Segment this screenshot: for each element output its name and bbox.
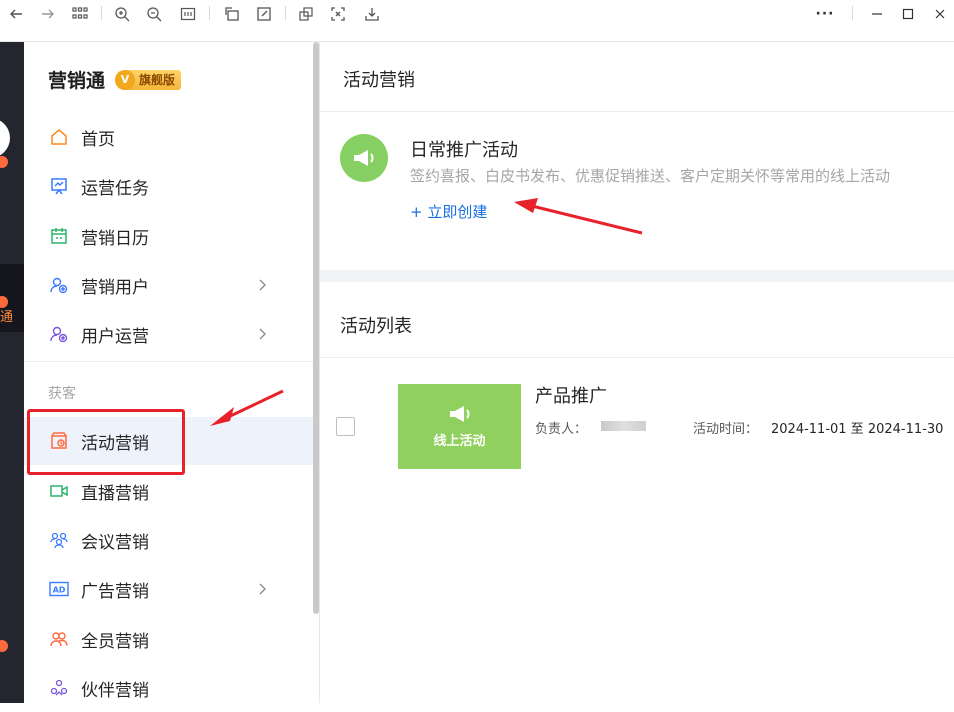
sidebar: 营销通 V 旗舰版 首页 运营任务 营销日历 营销用户 用户运营 获客 活动营销…	[24, 42, 320, 703]
avatar[interactable]	[0, 118, 10, 158]
back-arrow-icon[interactable]	[6, 4, 26, 24]
panel-header: 活动营销	[320, 42, 954, 112]
activity-time-label: 活动时间：	[693, 422, 759, 437]
annotation-highlight-box	[27, 409, 185, 475]
row-checkbox[interactable]	[336, 417, 355, 436]
sidebar-item-label: 营销用户	[81, 277, 149, 298]
toolbar-separator	[209, 6, 210, 20]
minimize-icon[interactable]	[867, 4, 887, 24]
toolbar-separator	[285, 6, 286, 20]
create-now-link[interactable]: + 立即创建	[410, 201, 487, 222]
owner-label: 负责人：	[535, 422, 588, 437]
activity-thumbnail[interactable]: 线上活动	[398, 384, 521, 469]
notification-badge	[0, 156, 8, 168]
staff-icon	[49, 629, 69, 649]
sidebar-item-label: 全员营销	[81, 631, 149, 652]
sidebar-item-user-ops[interactable]: 用户运营	[24, 310, 314, 358]
zoom-out-icon[interactable]	[144, 4, 164, 24]
sidebar-item-label: 伙伴营销	[81, 680, 149, 701]
home-icon	[49, 127, 69, 147]
activity-list-header: 活动列表	[320, 282, 954, 358]
section-gap	[320, 270, 954, 282]
main-content: 活动营销 日常推广活动 签约喜报、白皮书发布、优惠促销推送、客户定期关怀等常用的…	[320, 42, 954, 703]
activity-time-value: 2024-11-01 至 2024-11-30	[771, 422, 944, 437]
edition-badge-label: 旗舰版	[139, 73, 176, 87]
maximize-icon[interactable]	[898, 4, 918, 24]
svg-text:AD: AD	[53, 586, 66, 595]
sidebar-section-label: 获客	[48, 386, 76, 402]
app-nav-bar: 通	[0, 42, 24, 703]
users-icon	[49, 275, 69, 295]
daily-activity-description: 签约喜报、白皮书发布、优惠促销推送、客户定期关怀等常用的线上活动	[410, 167, 891, 185]
sidebar-item-label: 用户运营	[81, 326, 149, 347]
sidebar-item-label: 营销日历	[81, 228, 149, 249]
copy-icon[interactable]	[296, 4, 316, 24]
sidebar-divider	[24, 361, 314, 362]
megaphone-icon	[340, 134, 388, 182]
daily-activity-title: 日常推广活动	[410, 140, 518, 161]
chevron-right-icon	[259, 328, 266, 340]
brand: 营销通 V 旗舰版	[48, 66, 182, 93]
meeting-icon	[49, 530, 69, 550]
sidebar-item-calendar[interactable]: 营销日历	[24, 212, 314, 260]
sidebar-item-label: 首页	[81, 129, 115, 150]
chevron-right-icon	[259, 279, 266, 291]
sidebar-item-meeting-marketing[interactable]: 会议营销	[24, 516, 314, 564]
fit-screen-icon[interactable]	[178, 4, 198, 24]
edition-badge: V 旗舰版	[115, 69, 182, 90]
chevron-right-icon	[259, 583, 266, 595]
image-viewer-toolbar: ···	[0, 0, 954, 42]
live-icon	[49, 481, 69, 501]
more-icon[interactable]: ···	[815, 4, 835, 24]
calendar-icon	[49, 226, 69, 246]
app-nav-item-label: 通	[0, 310, 14, 325]
partner-icon	[49, 678, 69, 698]
megaphone-icon	[449, 406, 469, 422]
sidebar-item-label: 运营任务	[81, 178, 149, 199]
sidebar-item-partner-marketing[interactable]: 伙伴营销	[24, 664, 314, 712]
crop-icon[interactable]	[328, 4, 348, 24]
grid-icon[interactable]	[70, 4, 90, 24]
sidebar-scrollbar[interactable]	[313, 42, 319, 614]
sidebar-item-ad-marketing[interactable]: AD 广告营销	[24, 565, 314, 613]
forward-arrow-icon[interactable]	[38, 4, 58, 24]
brand-title: 营销通	[48, 70, 106, 92]
task-icon	[49, 176, 69, 196]
user-ops-icon	[49, 324, 69, 344]
activity-thumbnail-label: 线上活动	[433, 434, 486, 449]
sidebar-item-label: 直播营销	[81, 483, 149, 504]
toolbar-separator	[101, 6, 102, 20]
notification-badge	[0, 640, 8, 652]
vip-icon: V	[115, 69, 136, 90]
close-icon[interactable]	[930, 4, 950, 24]
sidebar-item-staff-marketing[interactable]: 全员营销	[24, 615, 314, 663]
owner-name-redacted	[601, 421, 646, 431]
download-icon[interactable]	[362, 4, 382, 24]
ad-icon: AD	[49, 579, 69, 599]
sidebar-item-label: 会议营销	[81, 532, 149, 553]
activity-list-title: 活动列表	[340, 316, 412, 337]
rotate-icon[interactable]	[222, 4, 242, 24]
sidebar-item-label: 广告营销	[81, 581, 149, 602]
edit-icon[interactable]	[254, 4, 274, 24]
zoom-in-icon[interactable]	[112, 4, 132, 24]
activity-title[interactable]: 产品推广	[535, 382, 607, 408]
sidebar-item-home[interactable]: 首页	[24, 113, 314, 161]
sidebar-item-tasks[interactable]: 运营任务	[24, 162, 314, 210]
page-title: 活动营销	[343, 70, 415, 91]
sidebar-item-marketing-users[interactable]: 营销用户	[24, 261, 314, 309]
toolbar-separator	[852, 6, 853, 20]
